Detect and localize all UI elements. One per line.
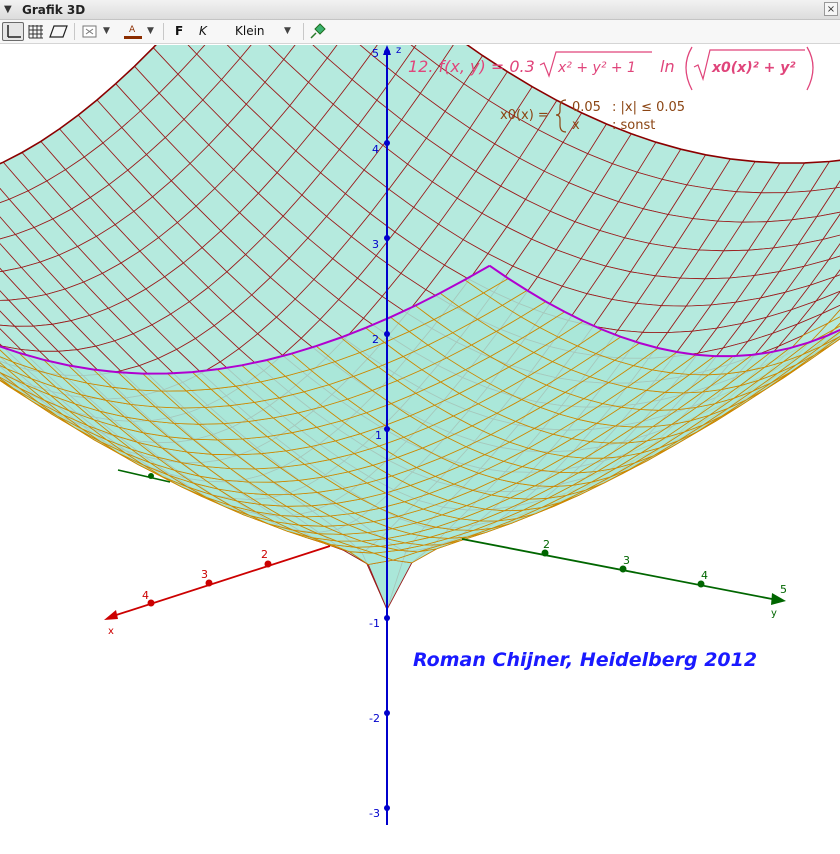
case1-value: 0.05 (572, 100, 601, 115)
italic-button[interactable]: K (199, 24, 207, 38)
case2-value: x (572, 118, 580, 133)
x-tick-2 (265, 561, 272, 568)
z-tick-label: -2 (369, 712, 380, 725)
chevron-down-icon[interactable]: ▼ (103, 26, 110, 36)
toggle-plane-button[interactable] (48, 22, 70, 41)
case2-condition: : sonst (612, 118, 655, 133)
pin-button[interactable] (306, 22, 328, 41)
y-axis-label: y (771, 608, 777, 619)
z-tick-label: -3 (369, 807, 380, 820)
z-tick-3 (384, 235, 390, 241)
z-tick-label: 5 (372, 47, 379, 60)
z-tick-1 (384, 426, 390, 432)
graphics-3d-canvas[interactable]: 2 3 4 x 2 3 4 5 y (0, 45, 840, 850)
svg-text:A: A (129, 25, 136, 35)
3d-scene[interactable]: 2 3 4 x 2 3 4 5 y (0, 45, 840, 850)
x-axis-label: x (108, 626, 114, 637)
view-titlebar: ▼ Grafik 3D × (0, 0, 840, 20)
y-tick-label: 4 (701, 569, 708, 582)
bold-button[interactable]: F (175, 24, 183, 38)
z-tick-4 (384, 140, 390, 146)
toggle-axes-button[interactable] (2, 22, 24, 41)
axes-icon (3, 23, 23, 40)
case1-condition: : |x| ≤ 0.05 (612, 100, 685, 115)
x-tick-label: 4 (142, 589, 149, 602)
y-tick-label: 3 (623, 554, 630, 567)
author-signature[interactable]: Roman Chijner, Heidelberg 2012 (413, 649, 757, 671)
ln-inner: x0(x)² + y² (711, 60, 796, 76)
grid-icon (26, 23, 46, 40)
surface-patch (368, 560, 412, 609)
sqrt-inner: x² + y² + 1 (557, 60, 636, 76)
z-tick-label: -1 (369, 617, 380, 630)
collapse-arrow-icon[interactable]: ▼ (4, 4, 12, 15)
chevron-down-icon[interactable]: ▼ (147, 26, 154, 36)
function-label: 12. f(x, y) = 0.3 (408, 57, 535, 76)
right-paren-icon (807, 47, 813, 90)
toolbar-separator (163, 23, 164, 40)
z-tick-2 (384, 331, 390, 337)
text-size-value: Klein (235, 24, 265, 38)
text-color-icon: A (121, 23, 145, 40)
x-tick-label: 2 (261, 548, 268, 561)
left-paren-icon (686, 47, 692, 90)
y-tick-label: 5 (780, 583, 787, 596)
x-tick-label: 3 (201, 568, 208, 581)
z-tick-neg1 (384, 615, 390, 621)
point-style-button[interactable] (79, 22, 101, 41)
x-axis: 2 3 4 x (104, 546, 330, 637)
toolbar-separator (303, 23, 304, 40)
text-color-button[interactable]: A (120, 22, 146, 41)
toolbar-separator (74, 23, 75, 40)
z-tick-label: 3 (372, 238, 379, 251)
chevron-down-icon[interactable]: ▼ (284, 26, 291, 36)
z-tick-5 (384, 49, 390, 55)
surface-plot[interactable] (0, 45, 840, 609)
point-style-icon (80, 23, 100, 40)
z-tick-neg3 (384, 805, 390, 811)
pin-icon (307, 23, 327, 40)
style-toolbar: ▼ A ▼ F K Klein ▼ (0, 20, 840, 44)
z-tick-neg2 (384, 710, 390, 716)
ln-label: ln (660, 57, 675, 76)
piecewise-name: x0(x) = (500, 108, 549, 123)
view-title: Grafik 3D (22, 3, 85, 17)
z-tick-label: 1 (375, 429, 382, 442)
y-back-tick (148, 473, 154, 479)
z-tick-label: 4 (372, 143, 379, 156)
z-axis-label: z (396, 45, 401, 56)
y-tick-label: 2 (543, 538, 550, 551)
close-view-button[interactable]: × (824, 2, 838, 16)
toggle-grid-button[interactable] (25, 22, 47, 41)
plane-icon (49, 23, 69, 40)
z-tick-label: 2 (372, 333, 379, 346)
